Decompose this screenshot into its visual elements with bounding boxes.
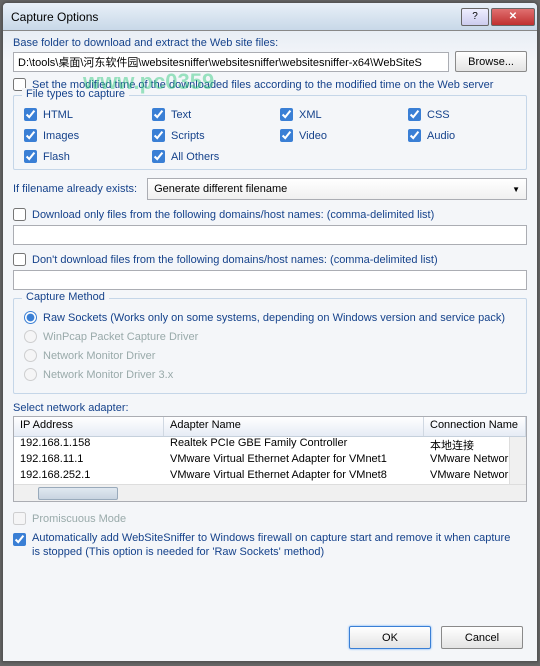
filetype-label: CSS xyxy=(427,109,450,121)
capture-method-radio-3 xyxy=(24,368,37,381)
adapter-label: Select network adapter: xyxy=(13,402,527,414)
filetype-label: Audio xyxy=(427,130,455,142)
close-button[interactable]: ✕ xyxy=(491,8,535,26)
promiscuous-label: Promiscuous Mode xyxy=(32,513,126,525)
filetype-flash-checkbox[interactable] xyxy=(24,150,37,163)
capture-method-radio-2 xyxy=(24,349,37,362)
filetype-audio-checkbox[interactable] xyxy=(408,129,421,142)
dialog-window: Capture Options ? ✕ www.pc0359 Base fold… xyxy=(2,2,538,662)
dialog-body: www.pc0359 Base folder to download and e… xyxy=(3,31,537,661)
header-ip[interactable]: IP Address xyxy=(14,417,164,436)
header-conn[interactable]: Connection Name xyxy=(424,417,526,436)
capture-method-label: Network Monitor Driver 3.x xyxy=(43,369,173,381)
table-row[interactable]: 192.168.11.1VMware Virtual Ethernet Adap… xyxy=(14,453,526,469)
dont-download-checkbox[interactable] xyxy=(13,253,26,266)
download-only-label: Download only files from the following d… xyxy=(32,209,434,221)
filename-exists-value: Generate different filename xyxy=(154,183,287,195)
filetype-html-checkbox[interactable] xyxy=(24,108,37,121)
capture-method-label: Network Monitor Driver xyxy=(43,350,155,362)
filetype-label: Text xyxy=(171,109,191,121)
dont-download-input[interactable] xyxy=(13,270,527,290)
filetype-images-checkbox[interactable] xyxy=(24,129,37,142)
auto-firewall-label: Automatically add WebSiteSniffer to Wind… xyxy=(32,531,517,560)
vertical-scrollbar[interactable] xyxy=(509,437,526,484)
browse-button[interactable]: Browse... xyxy=(455,51,527,72)
filetype-video-checkbox[interactable] xyxy=(280,129,293,142)
table-header: IP Address Adapter Name Connection Name xyxy=(14,417,526,437)
filetype-label: Images xyxy=(43,130,79,142)
file-types-legend: File types to capture xyxy=(22,88,129,100)
capture-method-label: WinPcap Packet Capture Driver xyxy=(43,331,198,343)
filetype-label: HTML xyxy=(43,109,73,121)
header-name[interactable]: Adapter Name xyxy=(164,417,424,436)
promiscuous-checkbox xyxy=(13,512,26,525)
dont-download-label: Don't download files from the following … xyxy=(32,254,438,266)
table-row[interactable]: 192.168.252.1VMware Virtual Ethernet Ada… xyxy=(14,469,526,485)
capture-method-legend: Capture Method xyxy=(22,291,109,303)
table-row[interactable]: 192.168.1.158Realtek PCIe GBE Family Con… xyxy=(14,437,526,453)
base-folder-label: Base folder to download and extract the … xyxy=(13,37,527,49)
filetype-label: XML xyxy=(299,109,322,121)
adapter-table[interactable]: IP Address Adapter Name Connection Name … xyxy=(13,416,527,502)
filetype-all-others-checkbox[interactable] xyxy=(152,150,165,163)
filename-exists-label: If filename already exists: xyxy=(13,183,137,195)
ok-button[interactable]: OK xyxy=(349,626,431,649)
window-title: Capture Options xyxy=(11,10,459,24)
filetype-label: Scripts xyxy=(171,130,205,142)
filetype-label: All Others xyxy=(171,151,219,163)
file-types-fieldset: File types to capture HTMLTextXMLCSSImag… xyxy=(13,95,527,170)
cancel-button[interactable]: Cancel xyxy=(441,626,523,649)
chevron-down-icon: ▼ xyxy=(512,185,520,194)
filetype-scripts-checkbox[interactable] xyxy=(152,129,165,142)
capture-method-fieldset: Capture Method Raw Sockets (Works only o… xyxy=(13,298,527,394)
download-only-checkbox[interactable] xyxy=(13,208,26,221)
filename-exists-dropdown[interactable]: Generate different filename ▼ xyxy=(147,178,527,200)
horizontal-scrollbar[interactable] xyxy=(14,484,526,501)
capture-method-radio-0[interactable] xyxy=(24,311,37,324)
titlebar[interactable]: Capture Options ? ✕ xyxy=(3,3,537,31)
base-folder-input[interactable] xyxy=(13,52,449,72)
scroll-thumb[interactable] xyxy=(38,487,118,500)
capture-method-radio-1 xyxy=(24,330,37,343)
filetype-xml-checkbox[interactable] xyxy=(280,108,293,121)
download-only-input[interactable] xyxy=(13,225,527,245)
filetype-label: Flash xyxy=(43,151,70,163)
filetype-css-checkbox[interactable] xyxy=(408,108,421,121)
filetype-label: Video xyxy=(299,130,327,142)
help-button[interactable]: ? xyxy=(461,8,489,26)
filetype-text-checkbox[interactable] xyxy=(152,108,165,121)
auto-firewall-checkbox[interactable] xyxy=(13,533,26,546)
capture-method-label: Raw Sockets (Works only on some systems,… xyxy=(43,312,505,324)
